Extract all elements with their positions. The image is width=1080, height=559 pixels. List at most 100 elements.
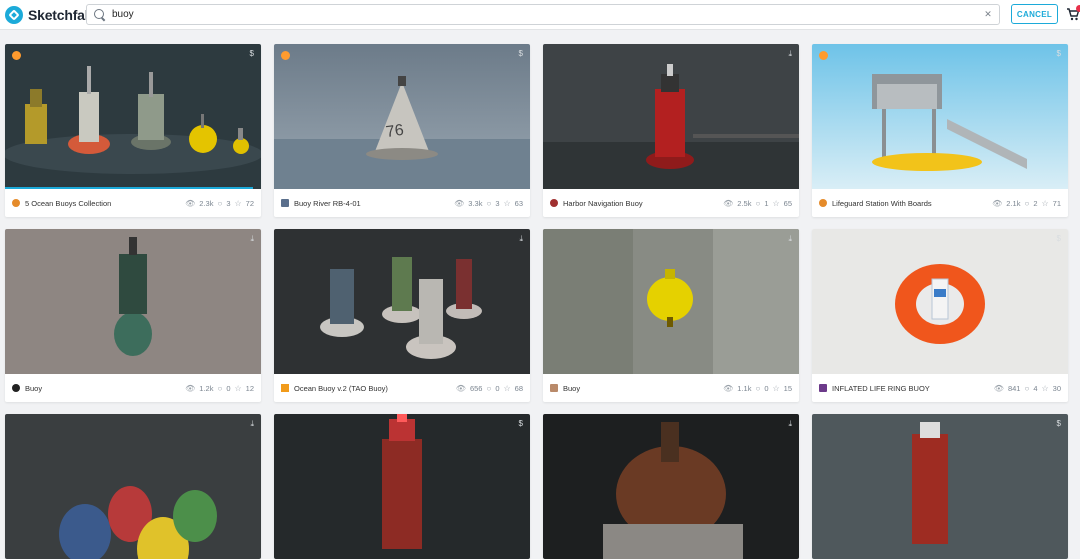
card-footer: Harbor Navigation Buoy 👁 2.5k ○ 1 ☆ 65	[543, 189, 799, 217]
comments-count: 1	[764, 198, 769, 208]
likes-count: 68	[514, 383, 523, 393]
model-title[interactable]: Ocean Buoy v.2 (TAO Buoy)	[294, 384, 456, 393]
star-icon[interactable]: ☆	[503, 384, 510, 393]
download-icon[interactable]: ⤓	[519, 234, 523, 244]
model-card[interactable]: $ Lifeguard Station With Boards 👁 2.1k ○ 2…	[812, 44, 1068, 217]
author-avatar[interactable]	[819, 199, 827, 207]
model-thumbnail[interactable]: ⤓	[5, 414, 261, 559]
model-card[interactable]: ⤓ Harbor Navigation Buoy 👁 2.5k ○ 1 ☆ 65	[543, 44, 799, 217]
eye-icon: 👁	[993, 383, 1004, 393]
eye-icon: 👁	[185, 383, 196, 393]
comments-count: 4	[1033, 383, 1038, 393]
comment-icon: ○	[755, 383, 761, 393]
model-card[interactable]: $	[274, 414, 530, 559]
model-thumbnail[interactable]: $	[274, 414, 530, 559]
eye-icon: 👁	[723, 198, 734, 208]
author-avatar[interactable]	[12, 199, 20, 207]
price-icon: $	[518, 49, 523, 58]
model-thumbnail[interactable]: 76 $	[274, 44, 530, 189]
model-thumbnail[interactable]: ⤓	[543, 44, 799, 189]
download-icon[interactable]: ⤓	[250, 234, 254, 244]
download-icon[interactable]: ⤓	[788, 234, 792, 244]
model-thumbnail[interactable]: $	[812, 44, 1068, 189]
model-card[interactable]: ⤓ Buoy 👁 1.1k ○ 0 ☆ 15	[543, 229, 799, 402]
model-thumbnail[interactable]: ⤓	[543, 229, 799, 374]
comments-count: 0	[495, 383, 500, 393]
model-card[interactable]: ⤓	[5, 414, 261, 559]
views-count: 3.3k	[468, 198, 483, 208]
views-count: 2.3k	[199, 198, 214, 208]
model-card[interactable]: $	[812, 414, 1068, 559]
author-avatar[interactable]	[12, 384, 20, 392]
model-thumbnail[interactable]: ⤓	[5, 229, 261, 374]
download-icon[interactable]: ⤓	[250, 419, 254, 429]
star-icon[interactable]: ☆	[772, 199, 779, 208]
model-thumbnail[interactable]: ⤓	[274, 229, 530, 374]
card-footer: Ocean Buoy v.2 (TAO Buoy) 👁 656 ○ 0 ☆ 68	[274, 374, 530, 402]
views-count: 656	[469, 383, 483, 393]
model-thumbnail[interactable]: $	[812, 414, 1068, 559]
comments-count: 3	[495, 198, 500, 208]
download-icon[interactable]: ⤓	[788, 419, 792, 429]
model-thumbnail[interactable]: $	[812, 229, 1068, 374]
star-icon[interactable]: ☆	[772, 384, 779, 393]
staff-pick-badge	[819, 51, 828, 60]
author-avatar[interactable]	[281, 199, 289, 207]
star-icon[interactable]: ☆	[1041, 199, 1048, 208]
card-footer: 5 Ocean Buoys Collection 👁 2.3k ○ 3 ☆ 72	[5, 189, 261, 217]
model-title[interactable]: Lifeguard Station With Boards	[832, 199, 992, 208]
views-count: 2.1k	[1006, 198, 1021, 208]
model-card[interactable]: ⤓	[543, 414, 799, 559]
model-card[interactable]: ⤓ Ocean Buoy v.2 (TAO Buoy) 👁 656 ○ 0 ☆ 68	[274, 229, 530, 402]
search-input[interactable]	[108, 9, 981, 20]
likes-count: 30	[1052, 383, 1061, 393]
sketchfab-logo[interactable]: Sketchfab	[5, 5, 93, 25]
price-icon: $	[1056, 49, 1061, 58]
model-card[interactable]: ⤓ Buoy 👁 1.2k ○ 0 ☆ 12	[5, 229, 261, 402]
likes-count: 72	[245, 198, 254, 208]
model-thumbnail[interactable]: ⤓	[543, 414, 799, 559]
star-icon[interactable]: ☆	[503, 199, 510, 208]
eye-icon: 👁	[454, 198, 465, 208]
download-icon[interactable]: ⤓	[788, 49, 792, 59]
eye-icon: 👁	[185, 198, 196, 208]
comments-count: 0	[226, 383, 231, 393]
comment-icon: ○	[486, 383, 492, 393]
likes-count: 71	[1052, 198, 1061, 208]
staff-pick-badge	[12, 51, 21, 60]
model-card[interactable]: 76 $ Buoy River RB-4-01 👁 3.3k ○ 3 ☆ 63	[274, 44, 530, 217]
author-avatar[interactable]	[819, 384, 827, 392]
eye-icon: 👁	[992, 198, 1003, 208]
model-stats: 👁 2.5k ○ 1 ☆ 65	[723, 199, 792, 208]
price-icon: $	[1056, 419, 1061, 428]
model-title[interactable]: 5 Ocean Buoys Collection	[25, 199, 185, 208]
star-icon[interactable]: ☆	[234, 384, 241, 393]
eye-icon: 👁	[723, 383, 734, 393]
comment-icon: ○	[217, 383, 223, 393]
model-thumbnail[interactable]: $	[5, 44, 261, 189]
views-count: 2.5k	[737, 198, 752, 208]
staff-pick-badge	[281, 51, 290, 60]
author-avatar[interactable]	[281, 384, 289, 392]
svg-text:76: 76	[385, 122, 405, 141]
cart-icon[interactable]	[1066, 5, 1080, 24]
star-icon[interactable]: ☆	[234, 199, 241, 208]
star-icon[interactable]: ☆	[1041, 384, 1048, 393]
author-avatar[interactable]	[550, 384, 558, 392]
top-bar: Sketchfab ✕ CANCEL	[0, 0, 1080, 30]
model-title[interactable]: Harbor Navigation Buoy	[563, 199, 723, 208]
close-icon[interactable]: ✕	[981, 9, 995, 20]
card-footer: Buoy 👁 1.1k ○ 0 ☆ 15	[543, 374, 799, 402]
likes-count: 63	[514, 198, 523, 208]
model-title[interactable]: INFLATED LIFE RING BUOY	[832, 384, 994, 393]
author-avatar[interactable]	[550, 199, 558, 207]
model-title[interactable]: Buoy	[563, 384, 723, 393]
load-progress-bar	[5, 187, 261, 189]
model-card[interactable]: $ INFLATED LIFE RING BUOY 👁 841 ○ 4 ☆ 30	[812, 229, 1068, 402]
price-icon: $	[1056, 234, 1061, 243]
model-title[interactable]: Buoy River RB-4-01	[294, 199, 454, 208]
cancel-button[interactable]: CANCEL	[1011, 4, 1058, 24]
model-card[interactable]: $ 5 Ocean Buoys Collection 👁 2.3k ○ 3 ☆ 72	[5, 44, 261, 217]
model-title[interactable]: Buoy	[25, 384, 185, 393]
comments-count: 3	[226, 198, 231, 208]
